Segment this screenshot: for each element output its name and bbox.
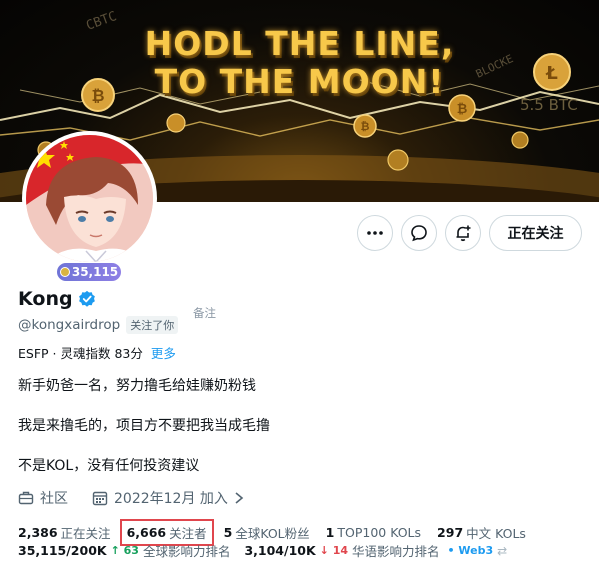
coin-icon: [59, 267, 70, 277]
display-name: Kong: [18, 288, 73, 310]
cn-rank-label[interactable]: 华语影响力排名: [352, 541, 440, 560]
banner-headline-line2: TO THE MOON!: [154, 62, 445, 101]
handle-row: @kongxairdrop 关注了你: [18, 316, 179, 334]
cn-kol-count: 297: [437, 525, 464, 540]
verified-badge-icon: [78, 290, 95, 307]
follows-you-badge: 关注了你: [126, 316, 179, 334]
top100-stat[interactable]: 1 TOP100 KOLs: [326, 525, 421, 540]
followers-count: 6,666: [126, 525, 167, 540]
note-label[interactable]: 备注: [193, 305, 216, 321]
influence-score-value: 35,115: [71, 265, 119, 279]
cn-rank-value: 3,104/10K: [244, 543, 316, 558]
global-rank-value: 35,115/200K: [18, 543, 107, 558]
bio-line: 不是KOL，没有任何投资建议: [18, 458, 200, 474]
more-link[interactable]: 更多: [151, 343, 176, 362]
personality-text: ESFP · 灵魂指数 83分: [18, 346, 143, 361]
banner-headline-line1: HODL THE LINE,: [144, 24, 455, 63]
rank-row: 35,115/200K ↑ 63 全球影响力排名 3,104/10K ↓ 14 …: [18, 541, 507, 560]
svg-text:₿: ₿: [457, 102, 468, 117]
followers-label: 关注者: [169, 526, 207, 541]
community-label[interactable]: 社区: [40, 488, 68, 508]
profile-name-row: Kong: [18, 288, 96, 310]
cn-rank-change: ↓ 14: [319, 544, 349, 557]
global-rank-change: ↑ 63: [110, 544, 139, 557]
bio-line: 我是来撸毛的，项目方不要把我当成毛撸: [18, 418, 270, 434]
global-rank-label[interactable]: 全球影响力排名: [143, 541, 231, 560]
bell-plus-icon: [456, 225, 471, 242]
calendar-icon: [92, 491, 108, 506]
kol-fans-label: 全球KOL粉丝: [235, 526, 310, 541]
top100-count: 1: [325, 525, 335, 540]
avatar-illustration: [26, 135, 153, 262]
influence-score-badge[interactable]: 35,115: [56, 262, 122, 282]
cn-kol-label: 中文 KOLs: [466, 526, 526, 541]
notify-button[interactable]: [445, 215, 481, 251]
personality-row: ESFP · 灵魂指数 83分 更多: [18, 343, 176, 362]
more-options-button[interactable]: [357, 215, 393, 251]
message-button[interactable]: [401, 215, 437, 251]
web3-tag[interactable]: • Web3: [448, 544, 494, 557]
following-count: 2,386: [18, 525, 58, 540]
briefcase-icon: [18, 491, 34, 505]
profile-meta-row: 社区 2022年12月 加入: [18, 488, 244, 508]
bio-line: 新手奶爸一名，努力撸毛给娃赚奶粉钱: [18, 378, 256, 394]
kol-fans-stat[interactable]: 5 全球KOL粉丝: [224, 523, 310, 542]
chevron-right-icon[interactable]: [234, 491, 244, 505]
following-button[interactable]: 正在关注: [489, 215, 582, 251]
following-stat[interactable]: 2,386 正在关注: [18, 523, 111, 542]
cn-kol-stat[interactable]: 297 中文 KOLs: [437, 523, 526, 542]
ellipsis-icon: [367, 231, 383, 235]
kol-fans-count: 5: [223, 525, 233, 540]
svg-text:₿: ₿: [361, 120, 370, 133]
joined-date: 2022年12月 加入: [114, 491, 228, 507]
swap-icon[interactable]: ⇄: [497, 544, 507, 558]
chat-bubble-icon: [411, 225, 427, 242]
user-handle: @kongxairdrop: [18, 317, 121, 333]
following-label: 正在关注: [60, 526, 111, 541]
top100-label: TOP100 KOLs: [337, 525, 422, 540]
avatar[interactable]: [22, 131, 157, 266]
